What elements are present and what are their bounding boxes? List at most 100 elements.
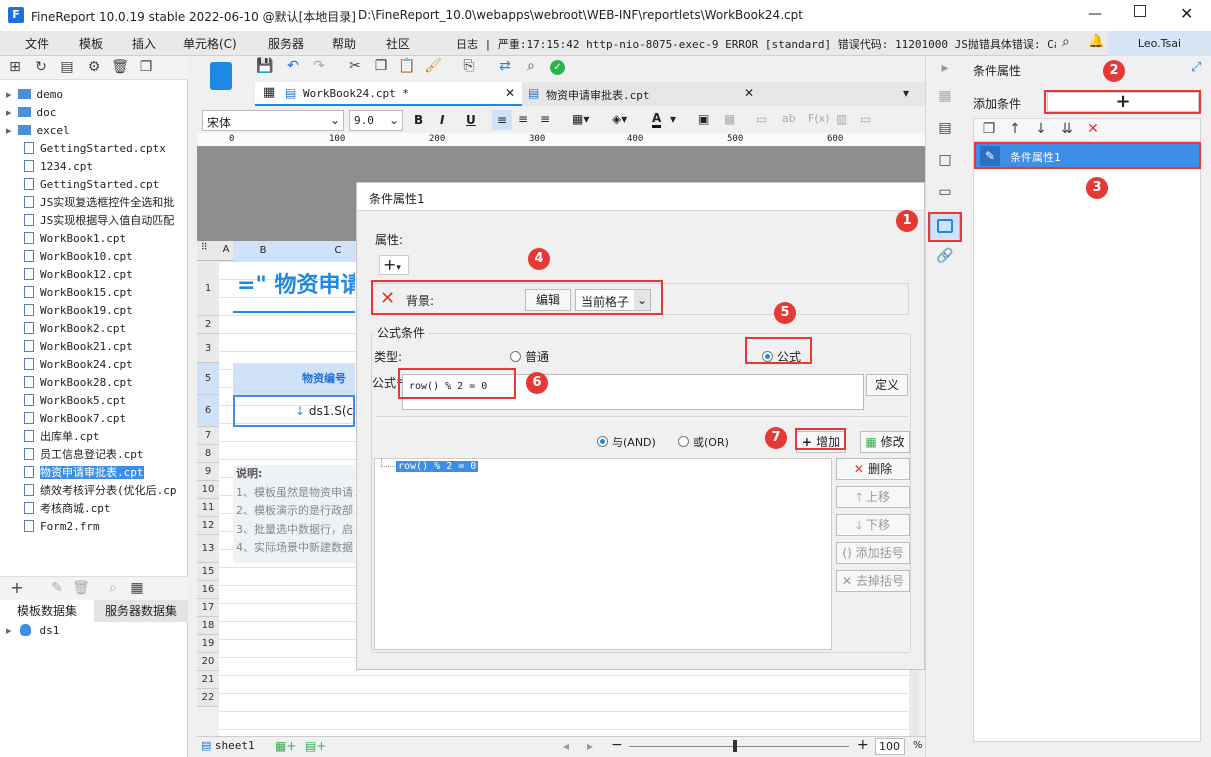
zoom-thumb[interactable] [733, 740, 737, 752]
move-down-button[interactable]: 🡓 下移 [836, 514, 910, 536]
refresh-icon[interactable]: ↻ [32, 59, 50, 77]
scroll-left-icon[interactable]: ◂ [563, 739, 569, 753]
row-header[interactable]: 13 [197, 535, 219, 563]
collapse-icon[interactable]: ▸ [936, 60, 954, 78]
file-item[interactable]: 考核商城.cpt [24, 500, 111, 517]
font-select[interactable]: 宋体 ⌄ [202, 110, 344, 131]
menu-cell[interactable]: 单元格(C) [183, 35, 237, 52]
edit-icon[interactable]: ✎ [48, 580, 66, 598]
folder-item[interactable]: ▸ doc [6, 104, 56, 121]
row-header[interactable]: 6 [197, 395, 219, 427]
open-icon[interactable]: ▤ [58, 59, 76, 77]
log-message[interactable]: 日志 | 严重:17:15:42 http-nio-8075-exec-9 ER… [456, 36, 1056, 52]
check-icon[interactable]: ✓ [550, 60, 565, 75]
add-form-icon[interactable]: ▤+ [305, 739, 326, 753]
tab-menu-icon[interactable]: ▾ [903, 86, 909, 100]
chevron-down-icon[interactable]: ▾ [670, 112, 676, 126]
file-item[interactable]: WorkBook2.cpt [24, 320, 126, 337]
file-item[interactable]: 员工信息登记表.cpt [24, 446, 144, 463]
col-a[interactable]: A [219, 244, 233, 255]
header-cell[interactable]: 物资编号 [233, 363, 355, 395]
zoom-input[interactable]: 100 [875, 738, 905, 755]
remove-bracket-button[interactable]: ✕ 去掉括号 [836, 570, 910, 592]
align-left-icon[interactable]: ≡ [492, 110, 512, 130]
row-header[interactable]: 12 [197, 517, 219, 535]
zoom-slider[interactable] [629, 740, 849, 752]
hyperlink-icon[interactable]: 🔗 [936, 248, 954, 266]
copy-icon[interactable]: ❐ [137, 59, 155, 77]
add-dataset-icon[interactable]: + [8, 580, 26, 598]
folder-item[interactable]: ▸ excel [6, 122, 70, 139]
row-header[interactable]: 7 [197, 427, 219, 445]
menu-help[interactable]: 帮助 [332, 35, 356, 52]
merge-icon[interactable]: ▣ [698, 112, 709, 126]
align-right-icon[interactable]: ≡ [540, 112, 550, 126]
font-color-icon[interactable]: A [652, 111, 662, 128]
condition-list[interactable]: row() % 2 = 0 [374, 458, 832, 650]
vertical-scrollbar[interactable] [909, 662, 919, 736]
modify-button[interactable]: ▦ 修改 [860, 431, 910, 453]
file-item[interactable]: WorkBook19.cpt [24, 302, 133, 319]
row-header[interactable]: 8 [197, 445, 219, 463]
tab-template-dataset[interactable]: 模板数据集 [0, 600, 94, 622]
formula-icon[interactable]: F(x) [808, 112, 829, 125]
dataset-item[interactable]: ▸ ds1 [6, 624, 59, 637]
file-item[interactable]: GettingStarted.cptx [24, 140, 166, 157]
row-header[interactable]: 5 [197, 363, 219, 395]
close-icon[interactable]: ✕ [505, 86, 515, 100]
bell-icon[interactable]: 🔔 [1088, 34, 1104, 49]
delete-dataset-icon[interactable]: 🗑 [72, 580, 90, 598]
radio-or[interactable]: 或(OR) [678, 434, 729, 450]
menu-insert[interactable]: 插入 [132, 35, 156, 52]
menu-server[interactable]: 服务器 [268, 35, 304, 52]
row-header[interactable]: 22 [197, 689, 219, 707]
border-icon[interactable]: ▦▾ [572, 112, 589, 126]
file-item[interactable]: WorkBook28.cpt [24, 374, 133, 391]
user-badge[interactable]: Leo.Tsai [1108, 31, 1211, 56]
arrow-up-icon[interactable]: ↑ [1006, 121, 1024, 139]
row-header[interactable]: 17 [197, 599, 219, 617]
file-item[interactable]: WorkBook10.cpt [24, 248, 133, 265]
delete-icon[interactable]: 🗑 [111, 59, 129, 77]
radio-normal[interactable]: 普通 [510, 348, 549, 365]
file-item[interactable]: 物资申请审批表.cpt [24, 464, 144, 481]
row-header[interactable]: 21 [197, 671, 219, 689]
row-header[interactable]: 9 [197, 463, 219, 481]
file-item[interactable]: JS实现复选框控件全选和批 [24, 194, 174, 211]
data-cell[interactable]: ↓ ds1.S(co [233, 395, 355, 427]
maximize-button[interactable] [1134, 5, 1146, 17]
preview-icon[interactable]: ⎘ [460, 58, 478, 76]
cut-icon[interactable]: ✂ [346, 58, 364, 76]
format-brush-icon[interactable]: 🖌 [424, 58, 442, 76]
row-header[interactable]: 20 [197, 653, 219, 671]
tab-server-dataset[interactable]: 服务器数据集 [94, 600, 188, 622]
bold-icon[interactable]: B [414, 113, 423, 127]
settings-icon[interactable]: ⚙ [85, 59, 103, 77]
save-icon[interactable]: 💾 [256, 58, 274, 76]
redo-icon[interactable]: ↷ [310, 58, 328, 76]
file-item[interactable]: WorkBook5.cpt [24, 392, 126, 409]
menu-file[interactable]: 文件 [25, 35, 49, 52]
add-bracket-button[interactable]: () 添加括号 [836, 542, 910, 564]
tab-material-approval[interactable]: ▤ 物资申请审批表.cpt ✕ [522, 82, 762, 106]
radio-and[interactable]: 与(AND) [597, 434, 656, 450]
delete-icon[interactable]: ✕ [1084, 121, 1102, 139]
copy-icon[interactable]: ❐ [372, 58, 390, 76]
template-icon[interactable] [210, 62, 232, 90]
file-item[interactable]: WorkBook12.cpt [24, 266, 133, 283]
row-header[interactable]: 3 [197, 334, 219, 363]
file-item[interactable]: 1234.cpt [24, 158, 93, 175]
sort-icon[interactable]: ⇊ [1058, 121, 1076, 139]
add-attr-button[interactable]: +▾ [379, 255, 409, 275]
minimize-button[interactable]: — [1088, 6, 1102, 22]
cell-element-icon[interactable]: ▦ [936, 88, 954, 106]
close-icon[interactable]: ✕ [744, 86, 754, 100]
row-header[interactable]: 2 [197, 316, 219, 334]
image-icon[interactable]: ▭ [860, 112, 871, 126]
file-item[interactable]: 出库单.cpt [24, 428, 100, 445]
text-icon[interactable]: ab [782, 112, 796, 125]
fill-color-icon[interactable]: ◈▾ [612, 112, 627, 126]
chart-icon[interactable]: ▥ [836, 112, 847, 126]
row-header[interactable]: 15 [197, 563, 219, 581]
menu-template[interactable]: 模板 [79, 35, 103, 52]
